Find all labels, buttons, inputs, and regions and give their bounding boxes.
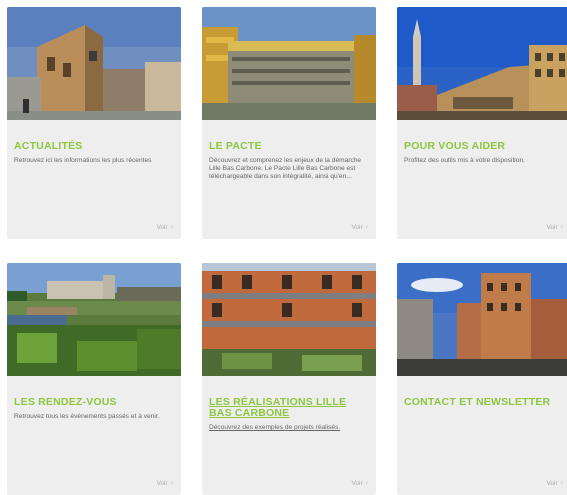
more-link[interactable]: Voir › — [351, 480, 368, 487]
card-title[interactable]: LES RÉALISATIONS LILLE BAS CARBONE — [209, 397, 369, 419]
card-description: Retrouvez tous les événements passés et … — [14, 413, 160, 420]
more-link[interactable]: Voir › — [351, 224, 368, 231]
card-title[interactable]: ACTUALITÉS — [14, 141, 174, 152]
card-description: Retrouvez ici les informations les plus … — [14, 157, 152, 164]
card-actualites[interactable]: ACTUALITÉS Retrouvez ici les information… — [7, 7, 181, 239]
card-contact-newsletter[interactable]: CONTACT ET NEWSLETTER Voir › — [397, 263, 567, 495]
card-title[interactable]: POUR VOUS AIDER — [404, 141, 564, 152]
card-title[interactable]: LES RENDEZ-VOUS — [14, 397, 174, 408]
card-title[interactable]: CONTACT ET NEWSLETTER — [404, 397, 564, 408]
les-rendez-vous-photo[interactable] — [7, 263, 181, 376]
card-description: Profitez des outils mis à votre disposit… — [404, 157, 525, 164]
actualites-photo[interactable] — [7, 7, 181, 120]
more-label[interactable]: Voir — [546, 480, 557, 487]
card-description: Découvrez et comprenez les enjeux de la … — [209, 157, 362, 181]
more-link[interactable]: Voir › — [156, 480, 173, 487]
card-description[interactable]: Découvrez des exemples de projets réalis… — [209, 424, 367, 432]
card-pour-vous-aider[interactable]: POUR VOUS AIDER Profitez des outils mis … — [397, 7, 567, 239]
more-label[interactable]: Voir — [351, 224, 362, 231]
more-label[interactable]: Voir — [546, 224, 557, 231]
more-link[interactable]: Voir › — [546, 480, 563, 487]
pour-vous-aider-photo[interactable] — [397, 7, 567, 120]
chevron-right-icon: › — [560, 224, 563, 231]
chevron-right-icon: › — [560, 480, 563, 487]
more-link[interactable]: Voir › — [156, 224, 173, 231]
le-pacte-photo[interactable] — [202, 7, 376, 120]
more-label[interactable]: Voir — [156, 224, 167, 231]
card-les-realisations[interactable]: LES RÉALISATIONS LILLE BAS CARBONE Décou… — [202, 263, 376, 495]
chevron-right-icon: › — [170, 480, 173, 487]
card-title[interactable]: LE PACTE — [209, 141, 369, 152]
chevron-right-icon: › — [170, 224, 173, 231]
chevron-right-icon: › — [365, 480, 368, 487]
les-realisations-photo[interactable] — [202, 263, 376, 376]
more-label[interactable]: Voir — [351, 480, 362, 487]
more-label[interactable]: Voir — [156, 480, 167, 487]
contact-newsletter-photo[interactable] — [397, 263, 567, 376]
chevron-right-icon: › — [365, 224, 368, 231]
more-link[interactable]: Voir › — [546, 224, 563, 231]
card-le-pacte[interactable]: LE PACTE Découvrez et comprenez les enje… — [202, 7, 376, 239]
card-les-rendez-vous[interactable]: LES RENDEZ-VOUS Retrouvez tous les événe… — [7, 263, 181, 495]
